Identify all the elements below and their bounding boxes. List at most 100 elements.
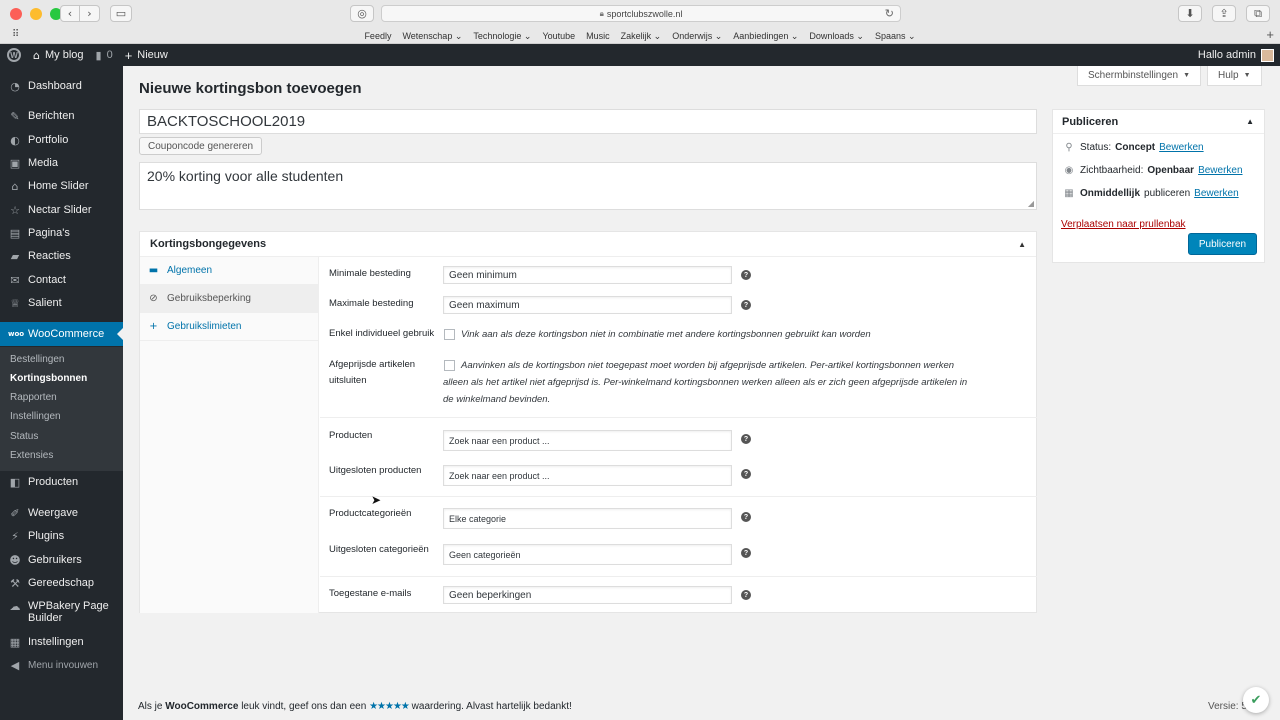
bookmark-item[interactable]: Onderwijs ⌄ [672,31,722,42]
edit-visibility-link[interactable]: Bewerken [1198,165,1242,176]
plug-icon: ⚡ [11,529,19,543]
menu-item-contact[interactable]: ✉ Contact [0,270,123,290]
menu-item-instellingen[interactable]: ▦ Instellingen [0,632,123,652]
help-button[interactable]: Hulp ▼ [1207,66,1262,86]
submenu-item-extensies[interactable]: Extensies [10,450,53,461]
submenu-item-instellingen[interactable]: Instellingen [10,411,61,422]
bookmark-item[interactable]: Downloads ⌄ [809,31,864,42]
menu-item-berichten[interactable]: ✎ Berichten [0,106,123,126]
menu-item-reacties[interactable]: ▰ Reacties [0,246,123,266]
chevron-left-icon: ‹ [67,7,73,20]
help-icon[interactable]: ? [741,590,751,600]
security-shield-icon[interactable]: ✔ [1243,687,1269,713]
bookmark-item[interactable]: Wetenschap ⌄ [402,31,462,42]
settings-icon: ▦ [9,635,21,649]
menu-item-gebruikers[interactable]: ☻ Gebruikers [0,550,123,570]
coupon-data-header[interactable]: Kortingsbongegevens ▲ [140,232,1036,257]
brush-icon: ✐ [10,506,20,520]
help-icon[interactable]: ? [741,469,751,479]
rating-stars-link[interactable]: ★★★★★ [369,701,410,712]
avatar [1261,48,1274,62]
excluded-products-search-input[interactable]: Zoek naar een product ... [443,465,732,486]
min-spend-label: Minimale besteding [329,268,411,279]
menu-item-nectar-slider[interactable]: ☆ Nectar Slider [0,200,123,220]
exclude-sale-checkbox[interactable] [444,360,455,371]
reload-icon[interactable]: ↻ [885,7,894,20]
excluded-categories-select[interactable]: Geen categorieën [443,544,732,565]
bookmark-item[interactable]: Technologie ⌄ [473,31,531,42]
tabs-icon: ⧉ [1254,6,1262,20]
bookmark-item[interactable]: Youtube [542,31,575,41]
products-search-input[interactable]: Zoek naar een product ... [443,430,732,451]
bookmark-item[interactable]: Music [586,31,610,41]
account-menu[interactable]: Hallo admin [1198,48,1274,62]
publish-button[interactable]: Publiceren [1188,233,1257,255]
exclude-sale-description-line1: Aanvinken als de kortingsbon niet toegep… [461,360,955,371]
move-to-trash-link[interactable]: Verplaatsen naar prullenbak [1061,219,1186,230]
edit-status-link[interactable]: Bewerken [1159,142,1203,153]
bookmark-item[interactable]: Aanbiedingen ⌄ [733,31,798,42]
generate-coupon-button[interactable]: Couponcode genereren [139,137,263,155]
new-tab-icon[interactable]: + [1266,27,1274,42]
download-button[interactable]: ⬇ [1178,5,1202,22]
screen-options-button[interactable]: Schermbinstellingen ▼ [1077,66,1201,86]
new-content-link[interactable]: + Nieuw [125,48,168,63]
help-icon[interactable]: ? [741,434,751,444]
menu-item-media[interactable]: ▣ Media [0,153,123,173]
menu-item-paginas[interactable]: ▤ Pagina's [0,223,123,243]
tab-algemeen[interactable]: ▬ Algemeen [140,257,318,285]
menu-item-weergave[interactable]: ✐ Weergave [0,503,123,523]
help-icon[interactable]: ? [741,512,751,522]
site-name-link[interactable]: ⌂ My blog [33,49,84,62]
menu-item-wpbakery[interactable]: ☁ WPBakery Page Builder [0,600,123,628]
collapse-menu-button[interactable]: ◀ Menu invouwen [0,655,123,675]
forward-button[interactable]: › [80,5,100,22]
allowed-emails-input[interactable]: Geen beperkingen [443,586,732,604]
wordpress-logo-icon[interactable]: W [7,48,21,62]
menu-label: Nectar Slider [28,204,92,216]
tab-gebruikslimieten[interactable]: + Gebruikslimieten [140,313,318,341]
submenu-item-kortingsbonnen[interactable]: Kortingsbonnen [10,373,87,384]
privacy-button[interactable]: ◎ [350,5,374,22]
tabs-button[interactable]: ⧉ [1246,5,1270,22]
tab-gebruiksbeperking[interactable]: ⊘ Gebruiksbeperking [140,285,318,313]
caret-up-icon[interactable]: ▲ [1246,117,1254,126]
coupon-code-input[interactable]: BACKTOSCHOOL2019 [139,109,1037,134]
bookmark-item[interactable]: Feedly [364,31,391,41]
divider [320,576,1037,577]
max-spend-label: Maximale besteding [329,298,414,309]
menu-item-producten[interactable]: ◧ Producten [0,472,123,492]
close-window-button[interactable] [10,8,22,20]
submenu-item-rapporten[interactable]: Rapporten [10,392,57,403]
menu-item-woocommerce[interactable]: woo WooCommerce [0,322,123,346]
help-icon[interactable]: ? [741,548,751,558]
description-textarea[interactable]: 20% korting voor alle studenten ◢ [139,162,1037,210]
publish-header[interactable]: Publiceren ▲ [1053,110,1264,134]
menu-item-gereedschap[interactable]: ⚒ Gereedschap [0,573,123,593]
menu-item-dashboard[interactable]: ◔ Dashboard [0,76,123,96]
menu-item-salient[interactable]: ♕ Salient [0,293,123,313]
address-bar[interactable]: 🔒︎ sportclubszwolle.nl ↻ [381,5,901,22]
sidebar-toggle-button[interactable]: ▭ [110,5,132,22]
edit-schedule-link[interactable]: Bewerken [1194,188,1238,199]
menu-item-plugins[interactable]: ⚡ Plugins [0,526,123,546]
comments-link[interactable]: ▮ 0 [96,49,113,62]
share-button[interactable]: ⇪ [1212,5,1236,22]
admin-menu: ◔ Dashboard ✎ Berichten ◐ Portfolio ▣ Media … [0,66,123,720]
bookmark-item[interactable]: Zakelijk ⌄ [621,31,662,42]
menu-item-home-slider[interactable]: ⌂ Home Slider [0,176,123,196]
resize-grip-icon[interactable]: ◢ [1028,199,1034,208]
help-icon[interactable]: ? [741,270,751,280]
product-categories-select[interactable]: Elke categorie [443,508,732,529]
individual-use-checkbox[interactable] [444,329,455,340]
bookmark-item[interactable]: Spaans ⌄ [875,31,916,42]
submenu-item-bestellingen[interactable]: Bestellingen [10,354,64,365]
submenu-item-status[interactable]: Status [10,431,38,442]
min-spend-input[interactable]: Geen minimum [443,266,732,284]
caret-up-icon[interactable]: ▲ [1018,240,1026,249]
back-button[interactable]: ‹ [60,5,80,22]
minimize-window-button[interactable] [30,8,42,20]
menu-item-portfolio[interactable]: ◐ Portfolio [0,130,123,150]
help-icon[interactable]: ? [741,300,751,310]
max-spend-input[interactable]: Geen maximum [443,296,732,314]
